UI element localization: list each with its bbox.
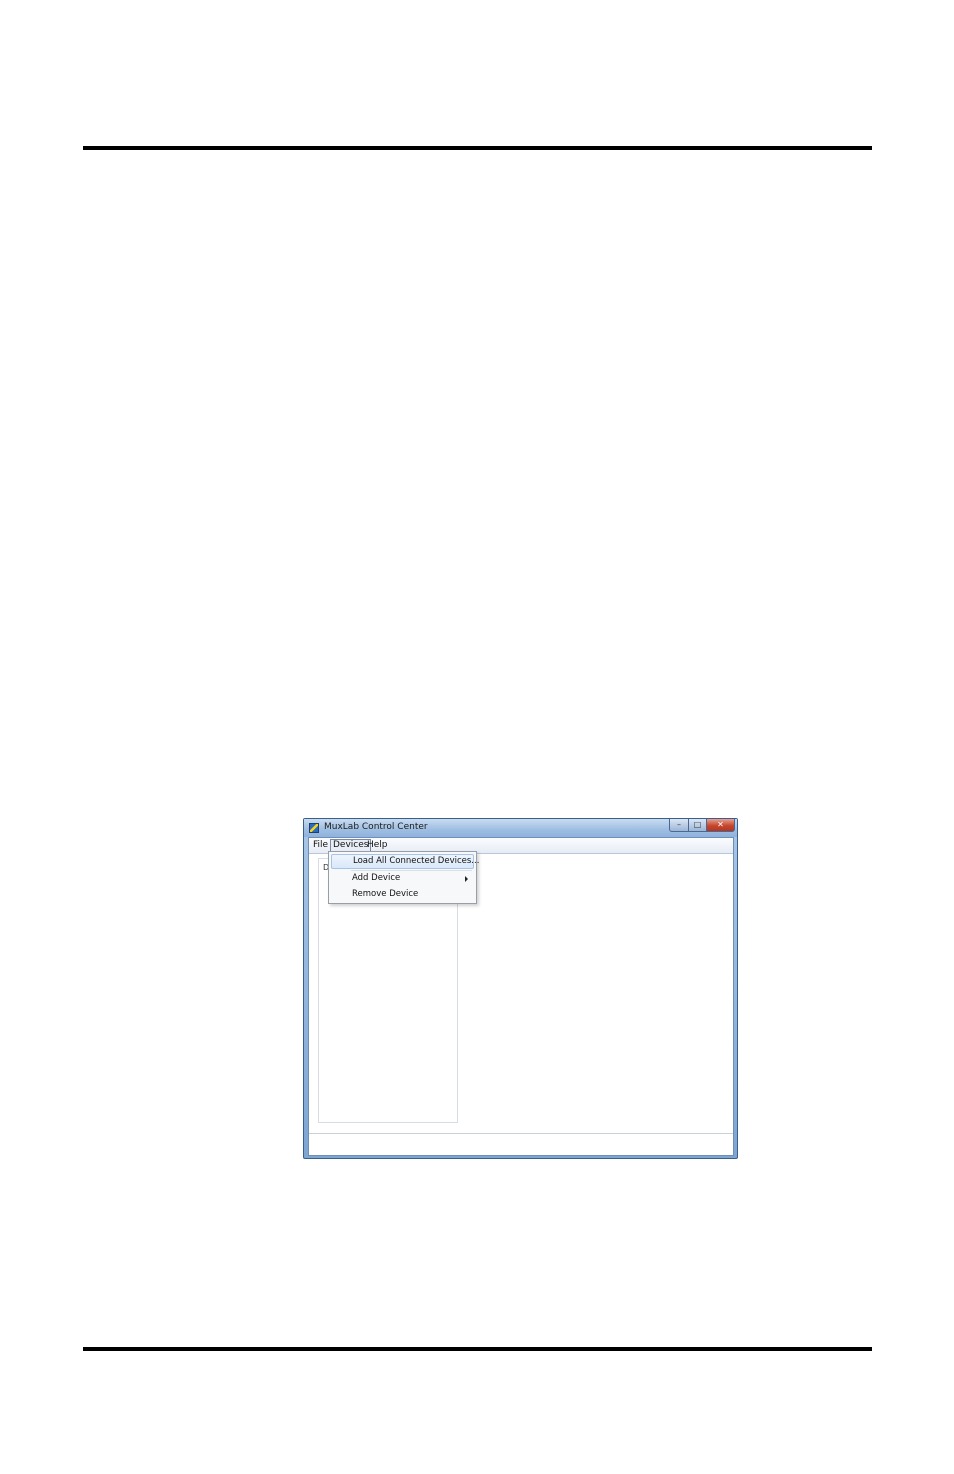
page-top-rule <box>83 146 872 150</box>
maximize-button[interactable]: □ <box>688 819 707 832</box>
window-title: MuxLab Control Center <box>324 822 428 832</box>
close-button[interactable]: ✕ <box>706 819 735 832</box>
menu-item-remove-device[interactable]: Remove Device <box>331 887 474 902</box>
devices-dropdown-menu: Load All Connected Devices... Add Device… <box>328 851 479 904</box>
status-bar <box>309 1133 733 1155</box>
menu-item-add-device[interactable]: Add Device <box>331 871 474 886</box>
page-bottom-rule <box>83 1347 872 1351</box>
submenu-arrow-icon <box>465 876 468 882</box>
menu-item-label: Add Device <box>352 873 401 883</box>
app-logo-icon <box>309 823 319 833</box>
minimize-button[interactable]: – <box>669 819 689 832</box>
title-bar[interactable]: MuxLab Control Center – □ ✕ <box>304 819 737 837</box>
menu-file[interactable]: File <box>311 839 330 851</box>
menu-item-label: Remove Device <box>352 889 419 899</box>
menu-item-label: Load All Connected Devices... <box>353 856 480 866</box>
menu-item-load-all-devices[interactable]: Load All Connected Devices... <box>331 854 479 869</box>
menu-help[interactable]: Help <box>365 839 390 851</box>
